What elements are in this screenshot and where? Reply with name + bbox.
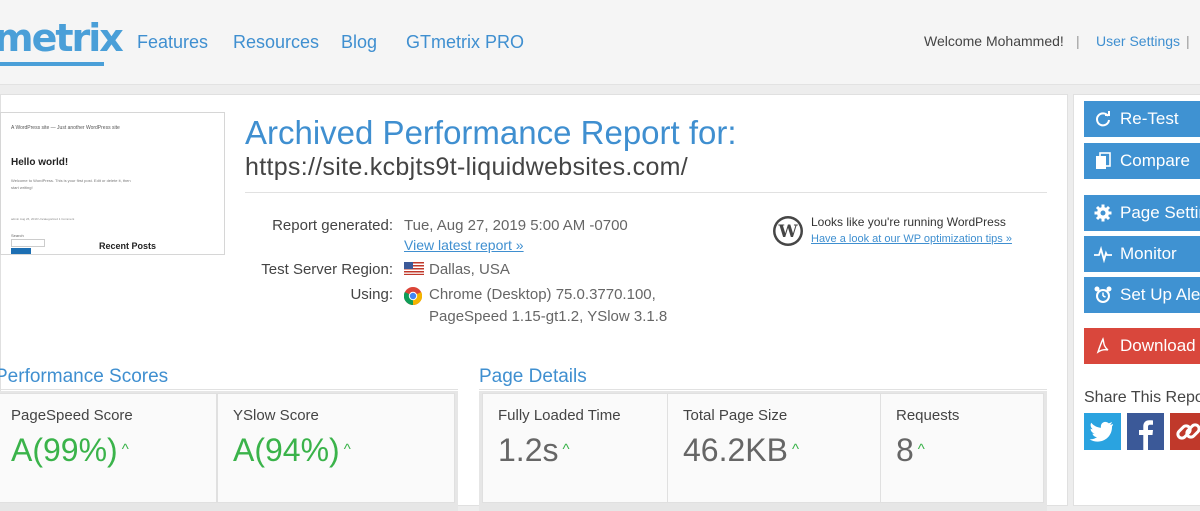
heartbeat-icon — [1094, 245, 1112, 263]
pagespeed-score: A(99%) ^ — [11, 430, 129, 477]
copy-icon — [1096, 152, 1111, 169]
using-label: Using: — [350, 286, 393, 303]
page-details-title: Page Details — [479, 366, 587, 387]
pdf-icon — [1096, 337, 1109, 354]
user-settings-link[interactable]: User Settings — [1096, 33, 1180, 49]
thumb-post-text: Welcome to WordPress. This is your first… — [11, 178, 131, 190]
performance-scores-title: Performance Scores — [0, 366, 169, 387]
pagespeed-label: PageSpeed Score — [11, 407, 133, 424]
wp-optimization-link[interactable]: Have a look at our WP optimization tips … — [811, 233, 1012, 245]
gear-icon — [1094, 204, 1112, 222]
logo-underline — [0, 62, 104, 66]
compare-label: Compare — [1120, 151, 1190, 170]
setup-alerts-button[interactable]: Set Up Alerts — [1084, 277, 1200, 313]
retest-button[interactable]: Re-Test — [1084, 101, 1200, 137]
monitor-label: Monitor — [1120, 244, 1177, 263]
requests-card[interactable]: Requests 8 ^ — [880, 393, 1044, 503]
fully-loaded-card[interactable]: Fully Loaded Time 1.2s ^ — [482, 393, 668, 503]
page-size: 46.2KB — [683, 432, 788, 468]
fully-loaded-value: 1.2s ^ — [498, 430, 570, 477]
thumb-search-box — [11, 239, 45, 247]
report-panel: A WordPress site — Just another WordPres… — [0, 94, 1068, 511]
welcome-text: Welcome Mohammed! — [924, 33, 1064, 49]
yslow-grade: A — [233, 432, 255, 468]
link-icon[interactable] — [1170, 413, 1200, 450]
browser-version: Chrome (Desktop) 75.0.3770.100, — [429, 286, 656, 303]
download-pdf-label: Download PDF — [1120, 336, 1200, 355]
test-region-label: Test Server Region: — [261, 261, 393, 278]
divider: | — [1076, 33, 1080, 49]
svg-text:W: W — [777, 222, 798, 242]
facebook-icon[interactable] — [1127, 413, 1164, 450]
twitter-icon[interactable] — [1084, 413, 1121, 450]
thumb-site-title: A WordPress site — Just another WordPres… — [11, 125, 120, 131]
requests-label: Requests — [896, 407, 960, 424]
page-settings-button[interactable]: Page Settings — [1084, 195, 1200, 231]
pagespeed-percent: (99%) — [32, 432, 118, 468]
share-report-title: Share This Report — [1084, 389, 1200, 406]
nav-resources[interactable]: Resources — [233, 31, 319, 53]
requests-value: 8 ^ — [896, 430, 925, 477]
download-pdf-button[interactable]: Download PDF — [1084, 328, 1200, 364]
analyzer-versions: PageSpeed 1.15-gt1.2, YSlow 3.1.8 — [429, 308, 668, 325]
yslow-percent: (94%) — [254, 432, 340, 468]
test-region-value: Dallas, USA — [429, 261, 510, 278]
section-divider — [479, 389, 1047, 390]
us-flag-icon — [404, 262, 424, 275]
caret-up-icon: ^ — [791, 441, 800, 458]
chrome-icon — [404, 287, 422, 305]
page-size-label: Total Page Size — [683, 407, 788, 424]
nav-blog[interactable]: Blog — [341, 31, 377, 53]
thumb-post-meta: admin Aug 26, 2019 Uncategorized 1 Comme… — [11, 217, 75, 221]
thumb-post-title: Hello world! — [11, 157, 69, 168]
retest-label: Re-Test — [1120, 109, 1179, 128]
alarm-clock-icon — [1094, 286, 1112, 303]
page-screenshot-thumbnail: A WordPress site — Just another WordPres… — [0, 112, 225, 255]
report-title: Archived Performance Report for: — [245, 114, 737, 151]
monitor-button[interactable]: Monitor — [1084, 236, 1200, 272]
report-generated-label: Report generated: — [272, 217, 393, 234]
requests-count: 8 — [896, 432, 914, 468]
yslow-label: YSlow Score — [233, 407, 319, 424]
thumb-search-button — [11, 248, 31, 254]
caret-up-icon: ^ — [121, 441, 129, 458]
caret-up-icon: ^ — [917, 441, 925, 458]
pagespeed-grade: A — [11, 432, 33, 468]
yslow-card[interactable]: YSlow Score A(94%) ^ — [217, 393, 455, 503]
page-settings-label: Page Settings — [1120, 203, 1200, 222]
wordpress-icon: W — [773, 216, 803, 246]
gtmetrix-logo[interactable]: metrix — [0, 16, 124, 60]
wordpress-notice: Looks like you're running WordPress — [811, 215, 1006, 229]
compare-button[interactable]: Compare — [1084, 143, 1200, 179]
fully-loaded-label: Fully Loaded Time — [498, 407, 621, 424]
divider: | — [1186, 33, 1190, 49]
caret-up-icon: ^ — [343, 441, 351, 458]
report-url: https://site.kcbjts9t-liquidwebsites.com… — [245, 153, 689, 181]
nav-features[interactable]: Features — [137, 31, 208, 53]
caret-up-icon: ^ — [562, 441, 570, 458]
section-divider — [1, 389, 458, 390]
divider-line — [245, 192, 1047, 193]
top-header: metrix Features Resources Blog GTmetrix … — [0, 0, 1200, 85]
thumb-search-label: Search — [11, 233, 24, 238]
nav-gtmetrix-pro[interactable]: GTmetrix PRO — [406, 31, 524, 53]
thumb-recent-posts: Recent Posts — [99, 241, 157, 251]
page-size-value: 46.2KB ^ — [683, 430, 799, 477]
page-size-card[interactable]: Total Page Size 46.2KB ^ — [667, 393, 881, 503]
load-time: 1.2s — [498, 432, 559, 468]
view-latest-report-link[interactable]: View latest report » — [404, 237, 524, 253]
refresh-icon — [1096, 111, 1110, 127]
yslow-score: A(94%) ^ — [233, 430, 351, 477]
pagespeed-card[interactable]: PageSpeed Score A(99%) ^ — [0, 393, 217, 503]
setup-alerts-label: Set Up Alerts — [1120, 285, 1200, 304]
report-generated-value: Tue, Aug 27, 2019 5:00 AM -0700 — [404, 217, 628, 234]
